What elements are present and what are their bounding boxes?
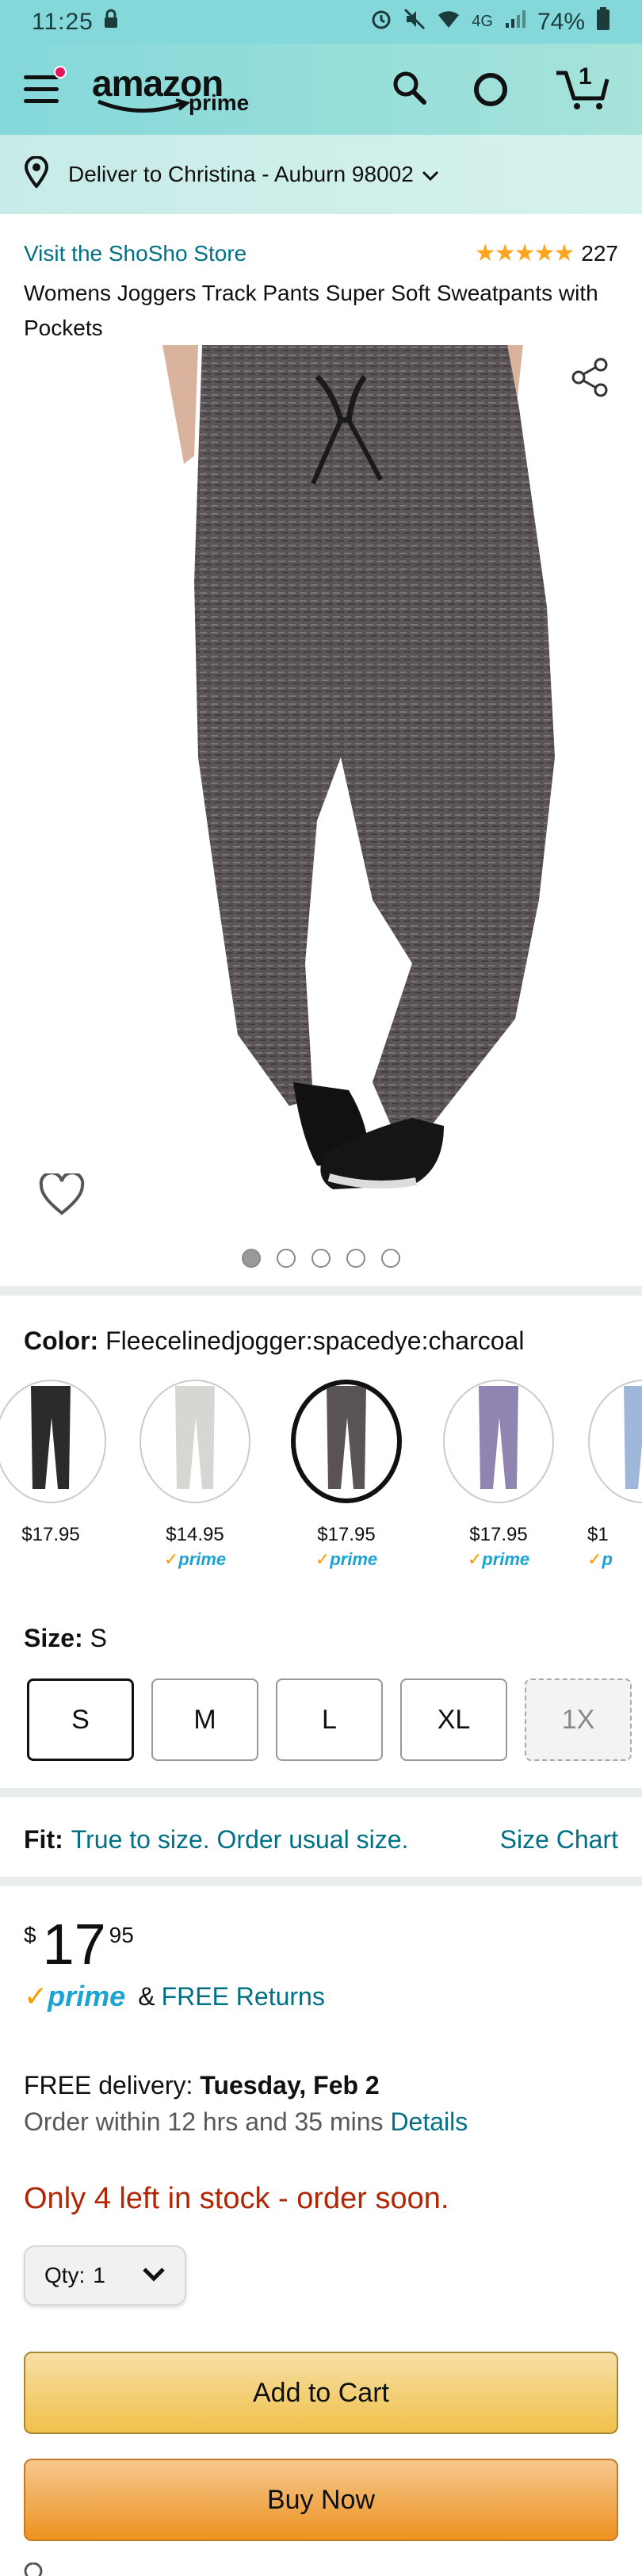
store-rating-row: Visit the ShoSho Store ★★★★★ 227 <box>24 239 618 267</box>
size-options: S M L XL 1X <box>27 1678 632 1761</box>
color-swatch[interactable]: $17.95 <box>0 1380 110 1546</box>
star-rating-icon: ★★★★★ <box>474 240 575 266</box>
battery-icon <box>596 6 610 37</box>
swatch-price: $17.95 <box>21 1524 80 1545</box>
network-type: 4G <box>472 13 493 30</box>
section-divider <box>0 1286 642 1296</box>
quantity-dropdown[interactable]: Qty: 1 <box>24 2245 186 2306</box>
quantity-label: Qty: <box>44 2263 86 2287</box>
color-label: Color: <box>24 1326 99 1355</box>
signal-icon <box>504 9 526 36</box>
location-pin-icon <box>24 155 49 193</box>
fit-label: Fit: <box>24 1825 63 1854</box>
size-option-l[interactable]: L <box>276 1678 383 1761</box>
color-swatch[interactable]: $1 ✓p <box>584 1380 642 1570</box>
buy-now-button[interactable]: Buy Now <box>24 2459 618 2541</box>
amazon-prime-logo[interactable]: amazon prime <box>92 62 266 117</box>
stock-status: Only 4 left in stock - order soon. <box>24 2182 449 2215</box>
alarm-icon <box>370 8 392 36</box>
prime-returns-row: ✓prime & FREE Returns <box>24 1980 325 2013</box>
swatch-price: $17.95 <box>469 1524 528 1545</box>
color-label-row: Color: Fleecelinedjogger:spacedye:charco… <box>24 1326 524 1356</box>
product-title: Womens Joggers Track Pants Super Soft Sw… <box>24 281 598 340</box>
size-option-s[interactable]: S <box>27 1678 134 1761</box>
status-time: 11:25 <box>32 8 94 35</box>
store-link[interactable]: Visit the ShoSho Store <box>24 241 246 266</box>
chevron-down-icon <box>422 162 439 187</box>
order-within: Order within 12 hrs and 35 mins <box>24 2107 384 2136</box>
delivery-info: FREE delivery: Tuesday, Feb 2 Order with… <box>24 2067 468 2140</box>
ampersand: & <box>138 1981 155 2011</box>
share-icon[interactable] <box>571 357 610 402</box>
color-swatches: $17.95 $14.95 ✓prime $17.95 ✓prime $17.9… <box>0 1380 642 1578</box>
deliver-to-text: Deliver to Christina - Auburn 98002 <box>68 162 414 186</box>
product-image[interactable] <box>0 345 642 1237</box>
app-header: amazon prime 1 <box>0 44 642 135</box>
price-fraction: 95 <box>109 1923 134 1947</box>
rating-count: 227 <box>581 240 618 266</box>
carousel-dot[interactable] <box>277 1249 296 1268</box>
carousel-dot[interactable] <box>381 1249 400 1268</box>
color-swatch[interactable]: $14.95 ✓prime <box>136 1380 254 1570</box>
wifi-icon <box>437 9 460 36</box>
free-returns-link[interactable]: FREE Returns <box>162 1982 325 2011</box>
color-value: Fleecelinedjogger:spacedye:charcoal <box>105 1326 525 1355</box>
smile-icon <box>97 98 191 113</box>
prime-badge: ✓prime <box>24 1980 126 2012</box>
alexa-icon[interactable] <box>474 72 507 106</box>
carousel-dot[interactable] <box>346 1249 365 1268</box>
jogger-pants-image <box>162 345 555 1189</box>
carousel-dot[interactable] <box>311 1249 331 1268</box>
size-label-row: Size: S <box>24 1624 107 1653</box>
color-swatch-selected[interactable]: $17.95 ✓prime <box>287 1380 406 1570</box>
size-option-m[interactable]: M <box>151 1678 258 1761</box>
location-pin-icon <box>24 2562 43 2576</box>
status-bar: 11:25 4G 74% <box>0 0 642 44</box>
swatch-price: $17.95 <box>317 1524 376 1545</box>
swatch-prime-badge: ✓prime <box>315 1549 378 1569</box>
swatch-prime-badge: ✓prime <box>163 1549 227 1569</box>
swatch-price: $1 <box>587 1524 609 1545</box>
size-chart-link[interactable]: Size Chart <box>500 1825 618 1854</box>
cart-count: 1 <box>579 63 592 90</box>
price-whole: 17 <box>42 1913 106 1977</box>
price: $ 17 95 <box>24 1915 134 1975</box>
delivery-date: Tuesday, Feb 2 <box>200 2071 380 2099</box>
cart-icon[interactable]: 1 <box>555 63 610 111</box>
notification-dot <box>54 65 67 78</box>
deliver-to-bar[interactable]: Deliver to Christina - Auburn 98002 <box>0 135 642 214</box>
size-option-1x[interactable]: 1X <box>525 1678 632 1761</box>
color-swatch[interactable]: $17.95 ✓prime <box>439 1380 558 1570</box>
delivery-prefix: FREE delivery: <box>24 2071 193 2099</box>
chevron-down-icon <box>142 2263 166 2288</box>
fit-text[interactable]: True to size. Order usual size. <box>71 1825 409 1854</box>
add-to-cart-button[interactable]: Add to Cart <box>24 2352 618 2434</box>
size-label: Size: <box>24 1624 83 1652</box>
swatch-price: $14.95 <box>166 1524 224 1545</box>
fit-row: Fit: True to size. Order usual size. Siz… <box>24 1825 618 1854</box>
quantity-value: 1 <box>93 2263 105 2287</box>
menu-icon[interactable] <box>24 65 67 104</box>
heart-icon[interactable] <box>38 1171 86 1220</box>
details-link[interactable]: Details <box>390 2107 468 2136</box>
mute-icon <box>403 8 426 36</box>
rating[interactable]: ★★★★★ 227 <box>475 239 618 267</box>
size-option-xl[interactable]: XL <box>400 1678 507 1761</box>
section-divider <box>0 1877 642 1886</box>
search-icon[interactable] <box>392 70 426 109</box>
swatch-prime-badge: ✓prime <box>467 1549 530 1569</box>
carousel-dot[interactable] <box>242 1249 261 1268</box>
battery-level: 74% <box>537 8 585 35</box>
size-value: S <box>90 1624 107 1652</box>
bottom-cutoff-row <box>24 2562 43 2576</box>
price-currency: $ <box>24 1923 36 1947</box>
logo-sub: prime <box>189 90 250 115</box>
swatch-prime-badge: ✓p <box>587 1549 613 1569</box>
section-divider <box>0 1788 642 1797</box>
lock-icon <box>103 9 119 36</box>
carousel-dots[interactable] <box>0 1249 642 1268</box>
